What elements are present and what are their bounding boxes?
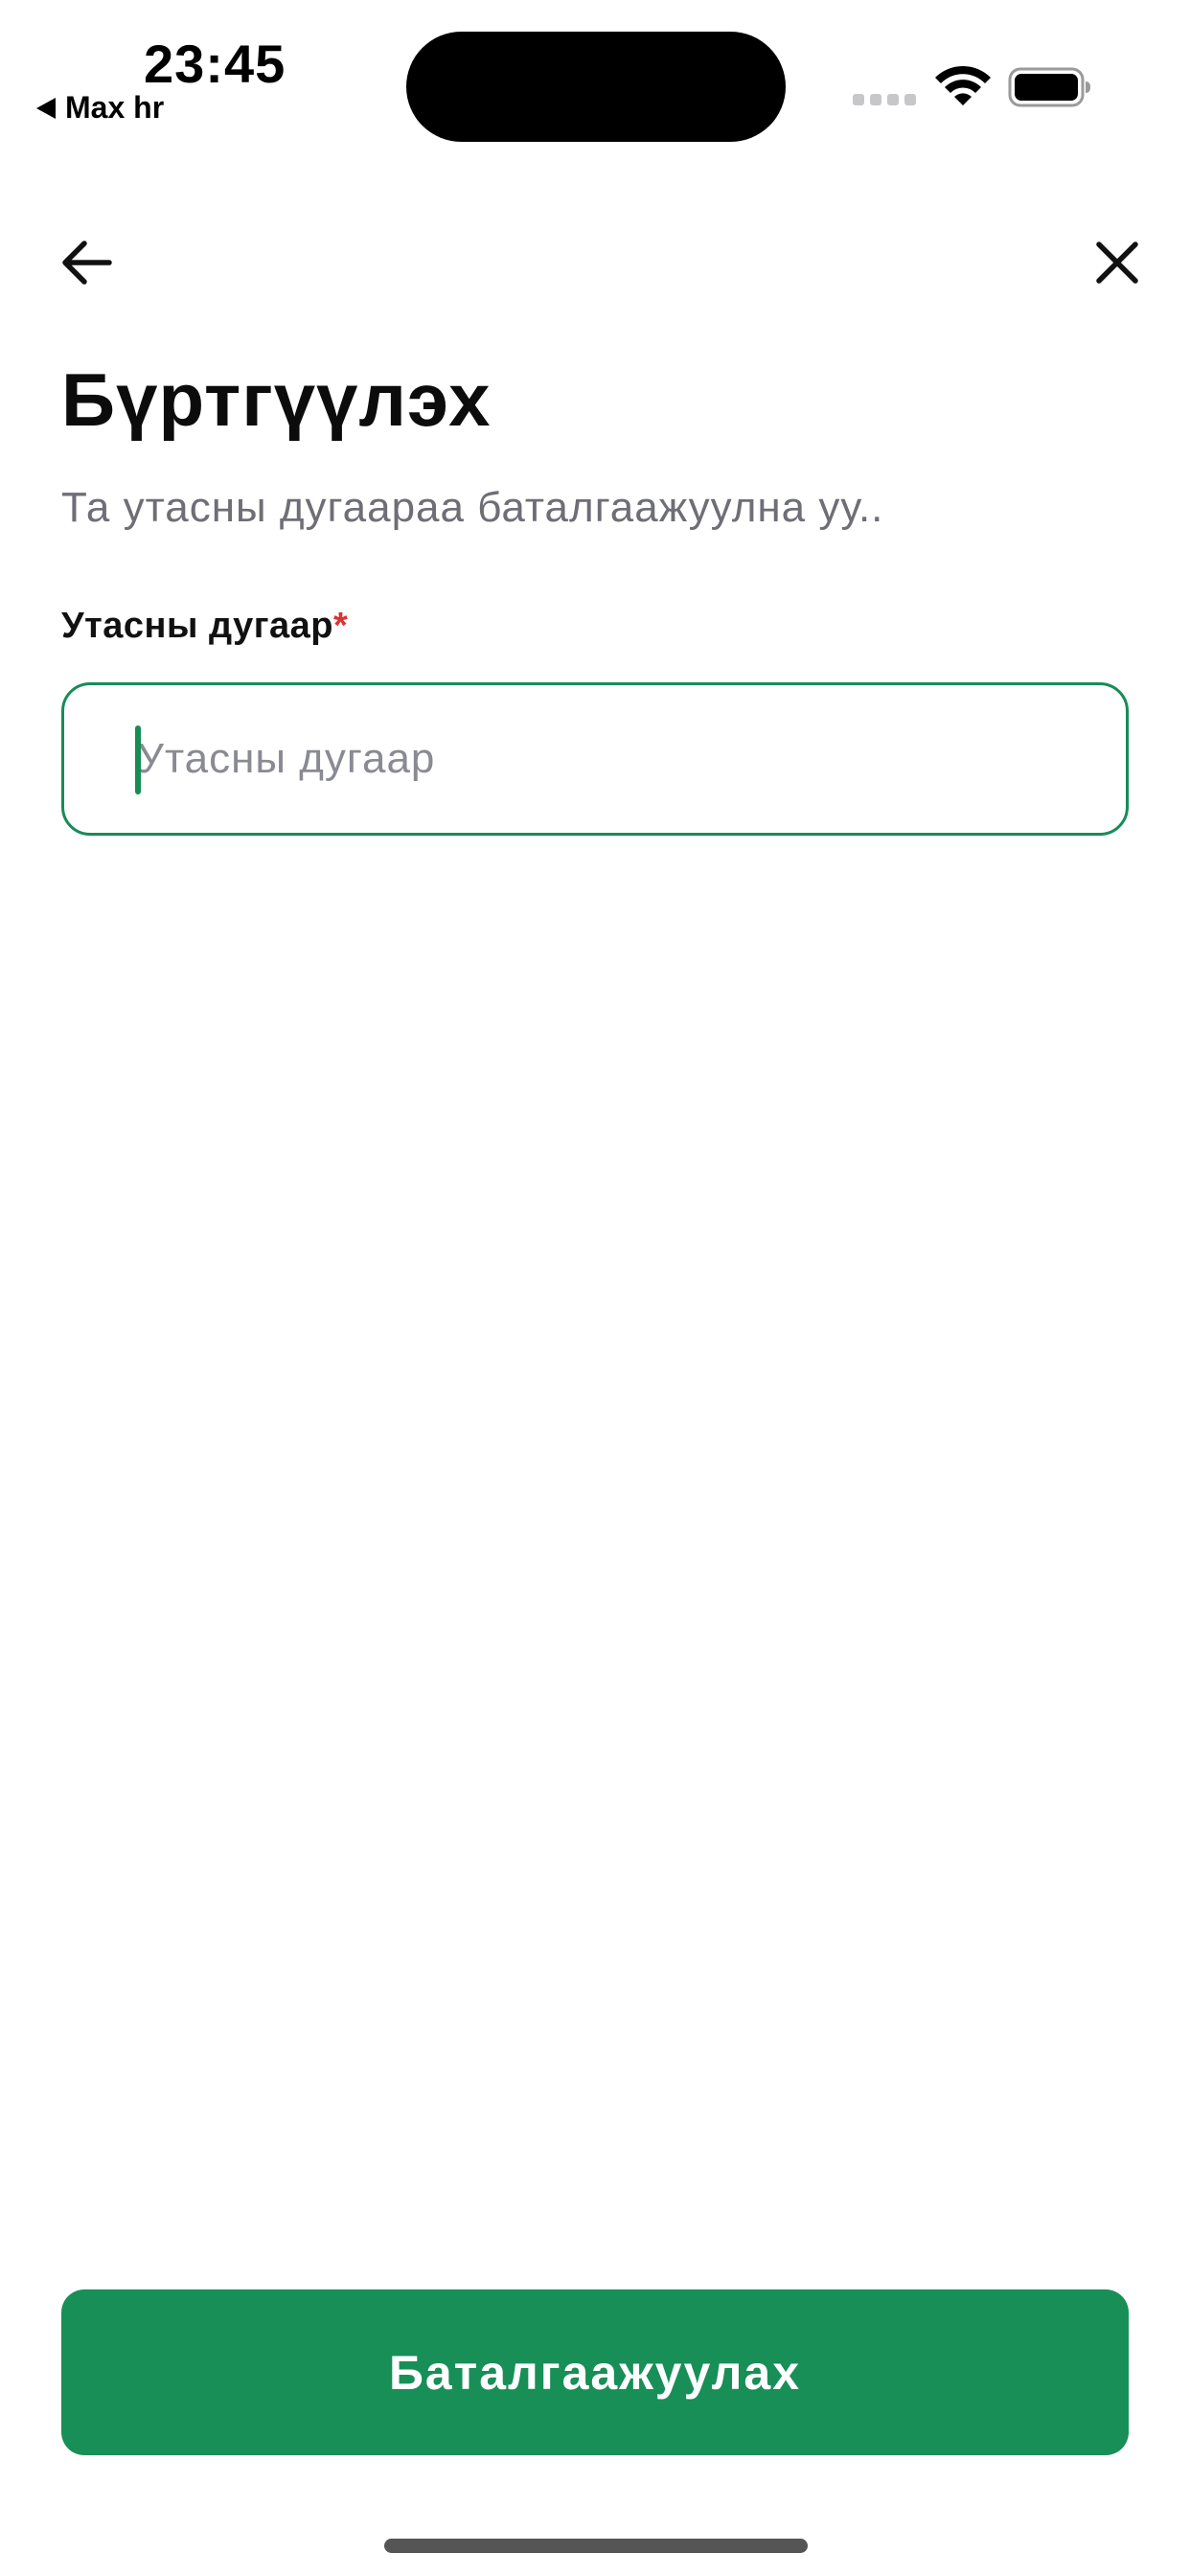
- signal-icon: [853, 94, 916, 105]
- phone-field[interactable]: [61, 682, 1129, 836]
- wifi-icon: [935, 65, 991, 105]
- confirm-button[interactable]: Баталгаажуулах: [61, 2289, 1129, 2455]
- arrow-left-icon: [62, 241, 112, 285]
- back-button[interactable]: [56, 232, 117, 293]
- back-triangle-icon: [36, 97, 56, 119]
- battery-icon: [1008, 67, 1090, 107]
- page-title: Бүртгүүлэх: [61, 357, 492, 442]
- status-bar: 23:45 Max hr: [0, 0, 1190, 153]
- close-button[interactable]: [1087, 232, 1148, 293]
- page-subtitle: Та утасны дугаараа баталгаажуулна уу..: [61, 484, 884, 531]
- home-indicator: [384, 2539, 808, 2553]
- phone-label: Утасны дугаар*: [61, 606, 348, 647]
- back-app-label: Max hr: [65, 90, 165, 125]
- phone-input[interactable]: [137, 735, 1126, 783]
- text-caret: [135, 725, 141, 794]
- status-time: 23:45: [144, 34, 286, 94]
- phone-label-text: Утасны дугаар: [61, 606, 334, 646]
- dynamic-island: [406, 32, 786, 142]
- required-mark: *: [333, 606, 349, 646]
- back-to-app-link[interactable]: Max hr: [36, 90, 164, 126]
- close-icon: [1096, 242, 1138, 284]
